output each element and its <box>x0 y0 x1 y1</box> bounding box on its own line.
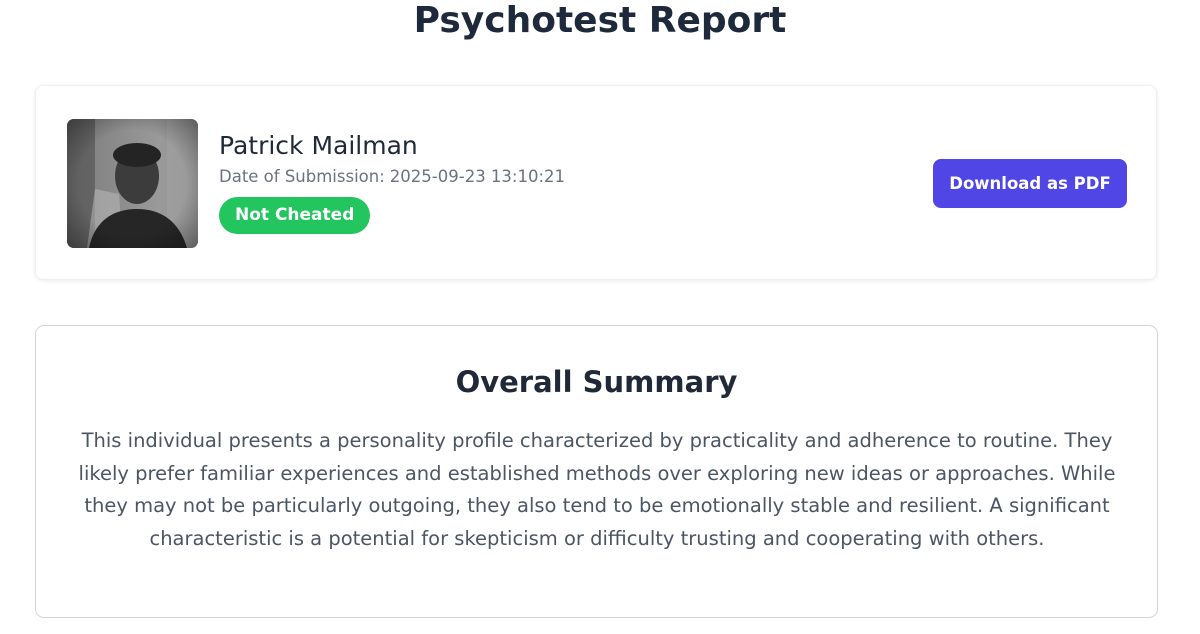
submission-date-label: Date of Submission: <box>219 167 385 186</box>
summary-title: Overall Summary <box>455 365 738 399</box>
user-photo <box>67 119 198 248</box>
user-name: Patrick Mailman <box>219 131 418 160</box>
download-pdf-button[interactable]: Download as PDF <box>933 159 1127 208</box>
avatar <box>67 119 198 248</box>
page-title: Psychotest Report <box>413 0 787 41</box>
profile-info: Patrick Mailman Date of Submission: 2025-… <box>219 130 565 234</box>
summary-card: Overall Summary This individual presents… <box>35 325 1158 618</box>
submission-date-value: 2025-09-23 13:10:21 <box>389 167 566 186</box>
status-badge: Not Cheated <box>219 197 371 234</box>
profile-card: Patrick Mailman Date of Submission: 2025-… <box>35 85 1157 280</box>
submission-date: Date of Submission: 2025-09-23 13:10:21 <box>219 166 565 188</box>
report-page: Psychotest Report Patrick Mailman Date o… <box>0 0 1200 634</box>
summary-text: This individual presents a personality p… <box>78 429 1116 550</box>
